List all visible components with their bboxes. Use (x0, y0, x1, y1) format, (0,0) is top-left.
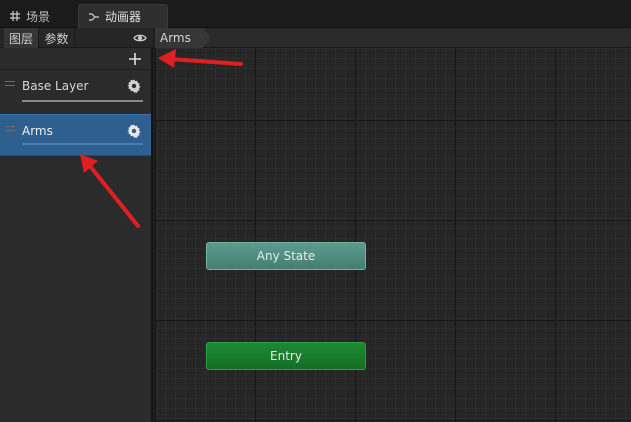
add-layer-row (0, 48, 153, 70)
layer-item-arms[interactable]: Arms (0, 114, 151, 156)
layers-panel: 图层 参数 Base Layer Arms (0, 28, 153, 422)
gear-icon[interactable] (127, 79, 141, 93)
drag-handle-icon[interactable] (5, 126, 15, 131)
panel-subtabs: 图层 参数 (0, 28, 153, 48)
layer-name: Base Layer (22, 79, 89, 93)
add-layer-button[interactable] (127, 51, 143, 67)
layer-item-base-layer[interactable]: Base Layer (0, 70, 151, 112)
gear-icon[interactable] (127, 124, 141, 138)
breadcrumb-arrow (203, 28, 211, 48)
layer-weight-bar[interactable] (22, 100, 143, 102)
tab-animator-label: 动画器 (105, 10, 142, 24)
top-tab-bar: 场景 动画器 (0, 0, 631, 28)
subtab-layers[interactable]: 图层 (4, 28, 39, 48)
subtab-parameters[interactable]: 参数 (39, 28, 75, 48)
layer-name: Arms (22, 124, 53, 138)
tab-scene[interactable]: 场景 (0, 4, 78, 28)
drag-handle-icon[interactable] (5, 81, 15, 86)
layer-weight-bar[interactable] (22, 143, 143, 145)
tab-scene-label: 场景 (26, 9, 51, 24)
state-graph-canvas[interactable]: Arms Any State Entry (155, 28, 631, 422)
eye-icon[interactable] (133, 32, 147, 44)
grid-icon (10, 11, 20, 21)
state-node-entry[interactable]: Entry (206, 342, 366, 370)
branch-icon (89, 12, 99, 21)
breadcrumb: Arms (155, 28, 631, 48)
breadcrumb-item-arms[interactable]: Arms (155, 28, 203, 48)
tab-animator[interactable]: 动画器 (78, 4, 168, 28)
state-node-any-state[interactable]: Any State (206, 242, 366, 270)
